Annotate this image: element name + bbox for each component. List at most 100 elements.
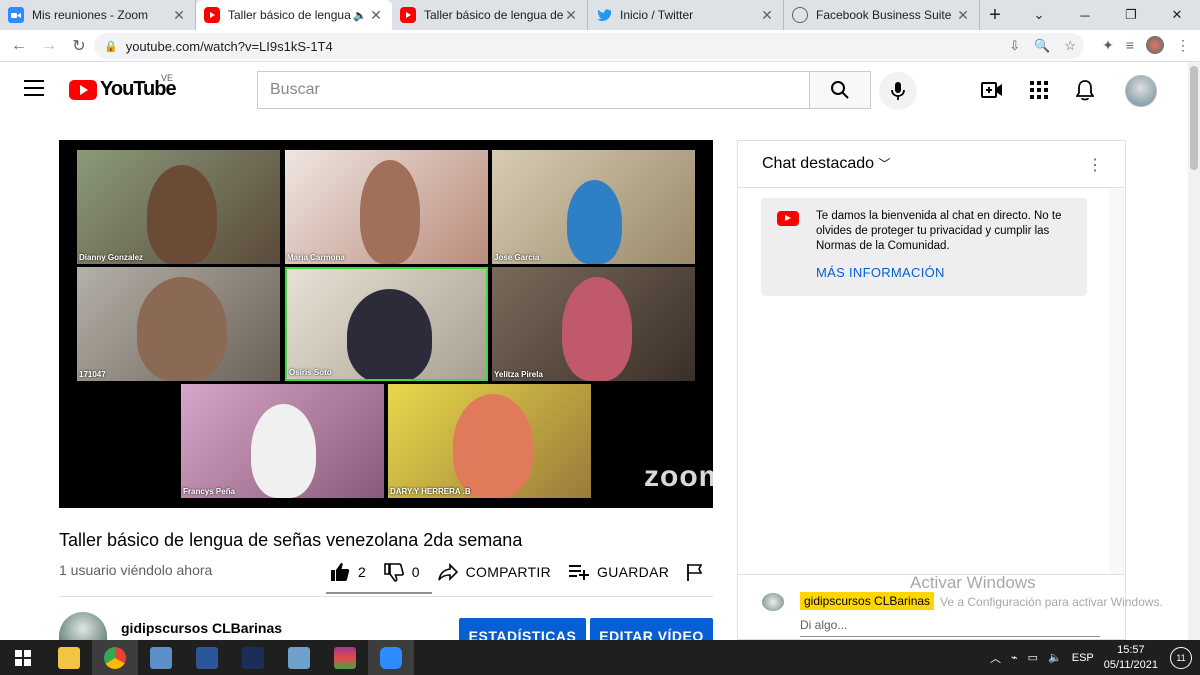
edit-video-button[interactable]: EDITAR VÍDEO	[590, 618, 713, 640]
restore-icon[interactable]: ❐	[1108, 7, 1154, 23]
bookmark-star-icon[interactable]: ☆	[1064, 38, 1076, 54]
close-tab-icon[interactable]: ✕	[563, 7, 579, 24]
taskbar-winrar[interactable]	[322, 640, 368, 675]
clock-time: 15:57	[1117, 643, 1145, 656]
page-scrollbar[interactable]	[1188, 62, 1200, 640]
live-chat-panel: Chat destacado ﹀ ⋮ Te damos la bienvenid…	[737, 140, 1126, 640]
zoom-icon	[8, 7, 24, 23]
participant-video	[147, 165, 217, 264]
notifications-bell-icon[interactable]	[1073, 78, 1097, 102]
close-tab-icon[interactable]: ✕	[368, 7, 384, 24]
tab-youtube-active[interactable]: Taller básico de lengua de 🔈 ✕	[196, 0, 392, 30]
tab-zoom[interactable]: Mis reuniones - Zoom ✕	[0, 0, 196, 30]
profile-avatar-icon[interactable]	[1146, 36, 1164, 54]
taskbar-zoom[interactable]	[368, 640, 414, 675]
share-button[interactable]: COMPARTIR	[437, 563, 551, 581]
dislike-button[interactable]: 0	[383, 562, 420, 582]
report-button[interactable]	[687, 563, 711, 581]
search-input[interactable]: Buscar	[257, 71, 810, 109]
taskbar-app[interactable]	[276, 640, 322, 675]
tab-facebook[interactable]: Facebook Business Suite ✕	[784, 0, 980, 30]
channel-name[interactable]: gidipscursos CLBarinas	[121, 620, 282, 636]
start-button[interactable]	[0, 640, 46, 675]
taskbar-app[interactable]	[230, 640, 276, 675]
menu-hamburger-icon[interactable]	[24, 80, 44, 96]
user-avatar[interactable]	[1125, 75, 1157, 107]
chevron-up-icon[interactable]: ︿	[990, 650, 1001, 666]
chat-user-avatar	[762, 593, 784, 611]
forward-icon[interactable]: →	[34, 37, 64, 55]
chat-scrollbar[interactable]	[1109, 189, 1125, 574]
participant-video	[251, 404, 316, 498]
battery-icon[interactable]: ▭	[1028, 651, 1038, 664]
address-bar[interactable]: 🔒 youtube.com/watch?v=LI9s1kS-1T4 ⇩ 🔍 ☆	[94, 33, 1084, 59]
video-player[interactable]: Dianny Gonzalez Maria Carmona Jose Garci…	[59, 140, 713, 508]
save-label: GUARDAR	[597, 564, 670, 580]
lock-icon[interactable]: 🔒	[104, 40, 118, 53]
windows-logo-icon	[15, 649, 31, 666]
apps-grid-icon[interactable]	[1027, 78, 1051, 102]
browser-menu-icon[interactable]: ⋮	[1176, 37, 1190, 54]
like-ratio-bar	[326, 592, 432, 594]
youtube-logo-icon	[69, 79, 97, 100]
youtube-icon	[777, 211, 799, 226]
extensions-puzzle-icon[interactable]: ✦	[1102, 37, 1114, 54]
network-icon[interactable]: ⌁	[1011, 651, 1018, 664]
close-tab-icon[interactable]: ✕	[955, 7, 971, 24]
notification-center-icon[interactable]: 11	[1170, 646, 1192, 669]
new-tab-button[interactable]: +	[980, 0, 1010, 30]
archive-icon	[334, 646, 356, 669]
create-video-icon[interactable]	[980, 78, 1004, 102]
browser-tab-strip: Mis reuniones - Zoom ✕ Taller básico de …	[0, 0, 1200, 30]
chrome-icon	[104, 646, 126, 669]
participant-video	[562, 277, 632, 381]
close-tab-icon[interactable]: ✕	[171, 7, 187, 24]
tab-twitter[interactable]: Inicio / Twitter ✕	[588, 0, 784, 30]
participant-name: Dianny Gonzalez	[79, 253, 144, 262]
chat-message-input[interactable]: Di algo...	[800, 618, 1100, 637]
volume-icon[interactable]: 🔈	[1048, 651, 1062, 664]
install-icon[interactable]: ⇩	[1009, 38, 1020, 54]
search-button[interactable]	[809, 71, 871, 109]
close-tab-icon[interactable]: ✕	[759, 7, 775, 24]
add-to-playlist-icon	[569, 565, 590, 580]
minimize-icon[interactable]: ─	[1062, 8, 1108, 23]
taskbar-chrome[interactable]	[92, 640, 138, 675]
window-controls: ⌄ ─ ❐ ✕	[1016, 0, 1200, 30]
activate-windows-title: Activar Windows	[910, 573, 1036, 592]
zoom-lens-icon[interactable]: 🔍	[1034, 38, 1050, 54]
voice-search-button[interactable]	[879, 72, 917, 110]
tab-title: Mis reuniones - Zoom	[32, 8, 149, 22]
youtube-header: YouTube VE Buscar	[0, 62, 1188, 118]
taskbar-word[interactable]	[184, 640, 230, 675]
close-window-icon[interactable]: ✕	[1154, 7, 1200, 23]
save-button[interactable]: GUARDAR	[569, 564, 669, 580]
language-indicator[interactable]: ESP	[1072, 652, 1094, 664]
like-count: 2	[358, 564, 366, 580]
media-control-icon[interactable]: ≡	[1126, 37, 1134, 53]
monitor-icon	[150, 646, 172, 669]
extension-area: ✦ ≡ ⋮	[1102, 36, 1190, 54]
channel-avatar[interactable]	[59, 612, 107, 640]
speaker-icon[interactable]: 🔈	[352, 9, 368, 22]
statistics-button[interactable]: ESTADÍSTICAS	[459, 618, 586, 640]
back-icon[interactable]: ←	[4, 37, 34, 55]
clock[interactable]: 15:57 05/11/2021	[1104, 643, 1158, 673]
more-info-link[interactable]: MÁS INFORMACIÓN	[816, 265, 945, 280]
more-options-icon[interactable]: ⋮	[1087, 155, 1103, 175]
chat-mode-dropdown[interactable]: Chat destacado ﹀	[762, 155, 891, 173]
scrollbar-thumb[interactable]	[1190, 66, 1198, 170]
chat-header: Chat destacado ﹀ ⋮	[738, 141, 1125, 188]
tab-youtube[interactable]: Taller básico de lengua de señ ✕	[392, 0, 588, 30]
participant-name: Maria Carmona	[287, 253, 345, 262]
taskbar-app[interactable]	[138, 640, 184, 675]
like-button[interactable]: 2	[330, 562, 366, 582]
participant-video	[347, 289, 432, 379]
participant-tile: Jose Garcia	[492, 150, 695, 264]
dislike-count: 0	[411, 564, 420, 580]
reload-icon[interactable]: ↻	[64, 36, 94, 56]
youtube-logo[interactable]: YouTube VE	[69, 73, 177, 101]
tab-search-icon[interactable]: ⌄	[1016, 7, 1062, 23]
taskbar-file-explorer[interactable]	[46, 640, 92, 675]
divider	[59, 596, 713, 597]
